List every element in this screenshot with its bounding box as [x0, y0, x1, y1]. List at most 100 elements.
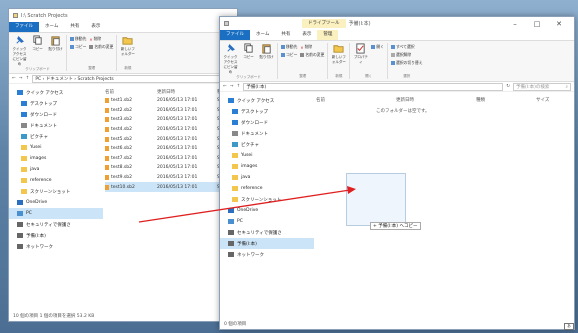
search-input[interactable]: 予備(I:本)の検索 ⌕ — [513, 82, 571, 91]
nav-item[interactable]: Yusei — [9, 142, 103, 153]
nav-item[interactable]: PC — [220, 216, 314, 227]
tab-manage[interactable]: 管理 — [317, 30, 339, 40]
tab-view[interactable]: 表示 — [85, 22, 106, 32]
column-name[interactable]: 名前 — [316, 97, 396, 103]
address-bar[interactable]: 予備(I:本) — [243, 82, 504, 91]
copy-icon — [244, 43, 253, 53]
rename-icon — [89, 45, 94, 49]
tab-file[interactable]: ファイル — [9, 22, 39, 32]
copy-to-button[interactable]: コピー — [281, 52, 297, 58]
column-date[interactable]: 更新日時 — [157, 89, 217, 95]
move-button[interactable]: 移動先 — [281, 44, 297, 50]
column-size[interactable]: サイズ — [536, 97, 549, 103]
tab-share[interactable]: 共有 — [275, 30, 296, 40]
nav-item[interactable]: reference — [9, 175, 103, 186]
search-placeholder: 予備(I:本)の検索 — [516, 84, 550, 90]
move-button[interactable]: 移動先 — [70, 36, 86, 42]
forward-arrow-icon[interactable]: → — [230, 84, 234, 89]
nav-item[interactable]: 予備(I:本) — [220, 238, 314, 249]
nav-item[interactable]: java — [220, 172, 314, 183]
nav-item[interactable]: images — [220, 161, 314, 172]
download-icon — [232, 120, 238, 125]
properties-button[interactable]: プロパティ — [353, 43, 368, 65]
maximize-button[interactable]: □ — [526, 20, 548, 28]
nav-item[interactable]: java — [9, 164, 103, 175]
column-type[interactable]: 種類 — [476, 97, 536, 103]
file-date: 2016/05/13 17:01 — [157, 184, 198, 190]
context-tab-drive-tools[interactable]: ドライブツール — [302, 19, 346, 28]
delete-button[interactable]: ✕ 削除 — [89, 36, 113, 42]
refresh-icon[interactable]: ↻ — [506, 84, 510, 89]
nav-item[interactable]: デスクトップ — [9, 98, 103, 109]
nav-item[interactable]: スクリーンショット — [9, 186, 103, 197]
rename-button[interactable]: 名前の変更 — [300, 52, 324, 58]
nav-item[interactable]: ダウンロード — [9, 109, 103, 120]
organize-group: 移動先 コピー ✕ 削除 名前の変更 整理 — [70, 35, 118, 71]
title-bar[interactable]: ドライブツール 予備(I:本) – □ ✕ — [220, 17, 574, 30]
nav-item[interactable]: クイック アクセス — [220, 95, 314, 106]
file-name-cell: test5.sb2 — [105, 136, 157, 142]
paste-button[interactable]: 貼り付け — [259, 43, 274, 60]
nav-item[interactable]: ドキュメント — [9, 120, 103, 131]
nav-item[interactable]: ネットワーク — [220, 249, 314, 260]
back-arrow-icon[interactable]: ← — [12, 76, 16, 81]
tab-home[interactable]: ホーム — [39, 22, 64, 32]
nav-item[interactable]: セキュリティで保護さ — [220, 227, 314, 238]
nav-item[interactable]: 予備(I:本) — [9, 230, 103, 241]
nav-item[interactable]: ドキュメント — [220, 128, 314, 139]
file-icon — [105, 184, 109, 190]
up-arrow-icon[interactable]: ↑ — [26, 76, 30, 81]
delete-button[interactable]: ✕ 削除 — [300, 44, 324, 50]
nav-item[interactable]: デスクトップ — [220, 106, 314, 117]
minimize-button[interactable]: – — [504, 20, 526, 28]
nav-item[interactable]: Yusei — [220, 150, 314, 161]
copy-label: コピー — [32, 47, 43, 51]
pin-button[interactable]: クイック アクセス にピン留め — [12, 35, 27, 67]
new-folder-icon — [333, 45, 344, 53]
back-arrow-icon[interactable]: ← — [223, 84, 227, 89]
tab-file[interactable]: ファイル — [220, 30, 250, 40]
close-button[interactable]: ✕ — [548, 20, 570, 28]
nav-item[interactable]: ダウンロード — [220, 117, 314, 128]
forward-arrow-icon[interactable]: → — [19, 76, 23, 81]
select-none-icon — [390, 53, 395, 57]
new-folder-button[interactable]: 新しいフォルダー — [331, 43, 346, 65]
new-group: 新しいフォルダー 新規 — [120, 35, 138, 71]
new-folder-button[interactable]: 新しいフォルダー — [120, 35, 135, 57]
nav-item[interactable]: セキュリティで保護さ — [9, 219, 103, 230]
nav-item[interactable]: ピクチャ — [9, 131, 103, 142]
tab-home[interactable]: ホーム — [250, 30, 275, 40]
nav-item[interactable]: reference — [220, 183, 314, 194]
document-icon — [21, 123, 27, 128]
open-button[interactable]: 開く — [371, 44, 384, 50]
nav-item[interactable]: ネットワーク — [9, 241, 103, 252]
nav-item[interactable]: OneDrive — [9, 197, 103, 208]
column-date[interactable]: 更新日時 — [396, 97, 476, 103]
invert-selection-button[interactable]: 選択の切り替え — [390, 60, 423, 66]
tab-share[interactable]: 共有 — [64, 22, 85, 32]
nav-item[interactable]: OneDrive — [220, 205, 314, 216]
up-arrow-icon[interactable]: ↑ — [237, 84, 241, 89]
copy-to-button[interactable]: コピー — [70, 44, 86, 50]
file-name-cell: test10.sb2 — [105, 184, 157, 190]
column-name[interactable]: 名前 — [105, 89, 157, 95]
tab-view[interactable]: 表示 — [296, 30, 317, 40]
paste-button[interactable]: 貼り付け — [48, 35, 63, 52]
copy-button[interactable]: コピー — [241, 43, 256, 60]
rename-button[interactable]: 名前の変更 — [89, 44, 113, 50]
nav-item-label: PC — [237, 219, 243, 224]
address-bar[interactable]: PC › ドキュメント › Scratch Projects — [32, 74, 234, 83]
nav-item[interactable]: スクリーンショット — [220, 194, 314, 205]
copy-button[interactable]: コピー — [30, 35, 45, 52]
title-bar[interactable]: I:\ Scratch Projects — [9, 9, 237, 22]
nav-item[interactable]: PC — [9, 208, 103, 219]
pin-button[interactable]: クイック アクセス にピン留め — [223, 43, 238, 75]
nav-item[interactable]: images — [9, 153, 103, 164]
select-none-button[interactable]: 選択解除 — [390, 52, 423, 58]
ime-indicator[interactable]: あ — [564, 323, 574, 330]
nav-item[interactable]: クイック アクセス — [9, 87, 103, 98]
new-folder-label: 新しいフォルダー — [120, 47, 135, 56]
nav-item[interactable]: ピクチャ — [220, 139, 314, 150]
select-all-button[interactable]: すべて選択 — [390, 44, 423, 50]
clipboard-group: クイック アクセス にピン留め コピー 貼り付け クリップボード — [223, 43, 278, 79]
